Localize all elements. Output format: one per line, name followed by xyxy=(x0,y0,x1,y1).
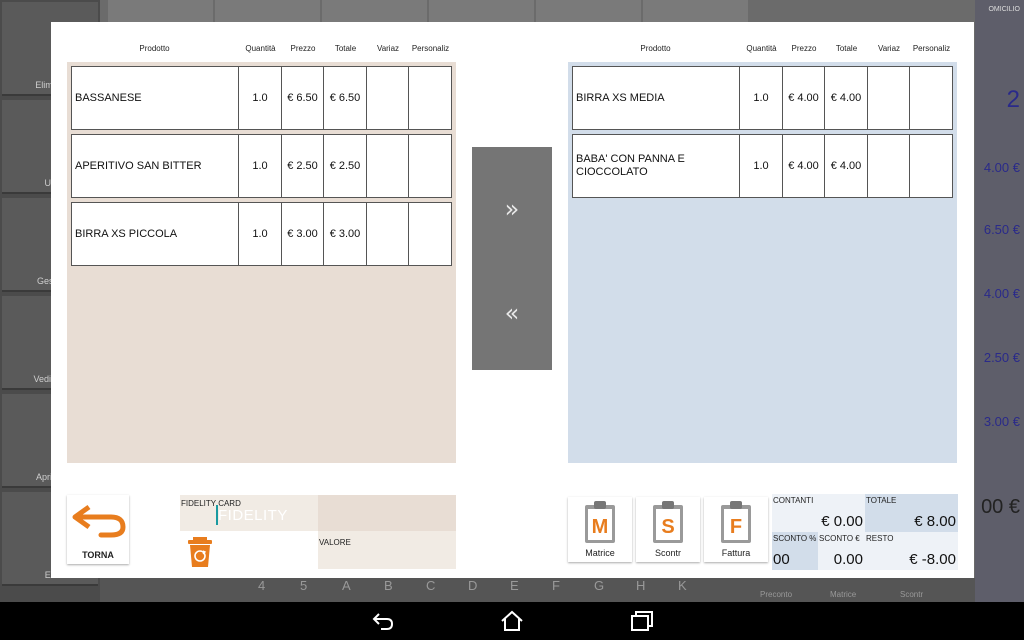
item-total: € 4.00 xyxy=(825,135,868,197)
item-qty: 1.0 xyxy=(239,203,282,265)
item-name: BABA' CON PANNA E CIOCCOLATO xyxy=(573,135,740,197)
left-table-header: Prodotto Quantità Prezzo Totale Variaz P… xyxy=(71,44,452,56)
item-qty: 1.0 xyxy=(740,67,783,129)
move-items-panel: » « xyxy=(472,147,552,370)
clipboard-f-icon: F xyxy=(721,501,751,543)
item-name: BASSANESE xyxy=(72,67,239,129)
recycle-bin-icon xyxy=(188,537,212,567)
header-variaz: Variaz xyxy=(376,44,400,53)
item-personaliz xyxy=(409,67,451,129)
svg-text:M: M xyxy=(592,516,609,538)
header-personaliz: Personaliz xyxy=(411,44,450,53)
item-price: € 6.50 xyxy=(282,67,324,129)
fidelity-card-section: FIDELITY CARD FIDELITY VALORE xyxy=(180,495,456,569)
clipboard-s-icon: S xyxy=(653,501,683,543)
sconto-euro-field[interactable]: SCONTO € 0.00 xyxy=(818,532,865,570)
item-variaz xyxy=(367,135,409,197)
fidelity-info-box xyxy=(318,495,456,531)
totals-panel: CONTANTI € 0.00 TOTALE € 8.00 SCONTO % 0… xyxy=(772,494,958,571)
contanti-field[interactable]: CONTANTI € 0.00 xyxy=(772,494,865,532)
header-totale: Totale xyxy=(835,44,858,53)
list-item[interactable]: BIRRA XS MEDIA 1.0 € 4.00 € 4.00 xyxy=(572,66,953,130)
svg-text:F: F xyxy=(730,516,742,538)
item-personaliz xyxy=(409,135,451,197)
item-variaz xyxy=(868,135,910,197)
back-button[interactable]: TORNA xyxy=(67,495,129,564)
sconto-euro-value: 0.00 xyxy=(833,551,863,568)
header-quantita: Quantità xyxy=(746,44,777,53)
header-prodotto: Prodotto xyxy=(139,44,170,53)
valore-box xyxy=(318,531,456,569)
item-name: BIRRA XS MEDIA xyxy=(573,67,740,129)
list-item[interactable]: BASSANESE 1.0 € 6.50 € 6.50 xyxy=(71,66,452,130)
item-variaz xyxy=(367,203,409,265)
item-total: € 4.00 xyxy=(825,67,868,129)
item-variaz xyxy=(868,67,910,129)
right-table-header: Prodotto Quantità Prezzo Totale Variaz P… xyxy=(572,44,953,56)
item-personaliz xyxy=(409,203,451,265)
item-qty: 1.0 xyxy=(239,67,282,129)
recent-apps-icon[interactable] xyxy=(630,610,654,632)
back-arrow-icon xyxy=(72,504,126,538)
scontrino-label: Scontr xyxy=(654,548,681,558)
item-name: APERITIVO SAN BITTER xyxy=(72,135,239,197)
background-keypad: 4 5 A B C D E F G H K Preconto Matrice S… xyxy=(100,578,975,602)
fidelity-card-input[interactable]: FIDELITY CARD FIDELITY xyxy=(180,495,318,531)
sconto-percent-value: 00 xyxy=(773,551,790,568)
header-prezzo: Prezzo xyxy=(290,44,316,53)
item-name: BIRRA XS PICCOLA xyxy=(72,203,239,265)
item-personaliz xyxy=(910,135,952,197)
list-item[interactable]: BIRRA XS PICCOLA 1.0 € 3.00 € 3.00 xyxy=(71,202,452,266)
item-price: € 2.50 xyxy=(282,135,324,197)
list-item[interactable]: APERITIVO SAN BITTER 1.0 € 2.50 € 2.50 xyxy=(71,134,452,198)
header-totale: Totale xyxy=(334,44,357,53)
item-total: € 2.50 xyxy=(324,135,367,197)
move-right-button[interactable]: » xyxy=(472,195,552,223)
left-items-list: BASSANESE 1.0 € 6.50 € 6.50 APERITIVO SA… xyxy=(67,62,456,463)
scontrino-button[interactable]: S Scontr xyxy=(636,497,700,562)
header-personaliz: Personaliz xyxy=(912,44,951,53)
matrice-button[interactable]: M Matrice xyxy=(568,497,632,562)
item-total: € 6.50 xyxy=(324,67,367,129)
resto-field: RESTO € -8.00 xyxy=(865,532,958,570)
svg-text:S: S xyxy=(661,516,674,538)
recycle-bin-button[interactable] xyxy=(182,533,218,569)
list-item[interactable]: BABA' CON PANNA E CIOCCOLATO 1.0 € 4.00 … xyxy=(572,134,953,198)
background-top-buttons xyxy=(108,0,748,22)
resto-value: € -8.00 xyxy=(909,551,956,568)
item-price: € 4.00 xyxy=(783,135,825,197)
background-price-column: OMICILIO 2 4.00 € 6.50 € 4.00 € 2.50 € 3… xyxy=(975,0,1024,602)
item-total: € 3.00 xyxy=(324,203,367,265)
item-price: € 3.00 xyxy=(282,203,324,265)
back-label: TORNA xyxy=(82,550,114,560)
item-qty: 1.0 xyxy=(239,135,282,197)
header-quantita: Quantità xyxy=(245,44,276,53)
split-bill-dialog: Prodotto Quantità Prezzo Totale Variaz P… xyxy=(51,22,974,578)
matrice-label: Matrice xyxy=(585,548,615,558)
header-variaz: Variaz xyxy=(877,44,901,53)
move-left-button[interactable]: « xyxy=(472,299,552,327)
fattura-label: Fattura xyxy=(721,548,751,558)
back-icon[interactable] xyxy=(371,610,395,632)
home-icon[interactable] xyxy=(500,610,524,632)
right-items-list: BIRRA XS MEDIA 1.0 € 4.00 € 4.00 BABA' C… xyxy=(568,62,957,463)
item-price: € 4.00 xyxy=(783,67,825,129)
item-personaliz xyxy=(910,67,952,129)
system-navigation-bar xyxy=(0,602,1024,640)
fidelity-placeholder: FIDELITY xyxy=(218,507,288,524)
sconto-percent-field[interactable]: SCONTO % 00 xyxy=(772,532,818,570)
totale-field: TOTALE € 8.00 xyxy=(865,494,958,532)
fattura-button[interactable]: F Fattura xyxy=(704,497,768,562)
clipboard-m-icon: M xyxy=(585,501,615,543)
header-prodotto: Prodotto xyxy=(640,44,671,53)
valore-label: VALORE xyxy=(319,538,351,547)
item-variaz xyxy=(367,67,409,129)
item-qty: 1.0 xyxy=(740,135,783,197)
header-prezzo: Prezzo xyxy=(791,44,817,53)
totale-value: € 8.00 xyxy=(914,513,956,530)
contanti-value: € 0.00 xyxy=(821,513,863,530)
